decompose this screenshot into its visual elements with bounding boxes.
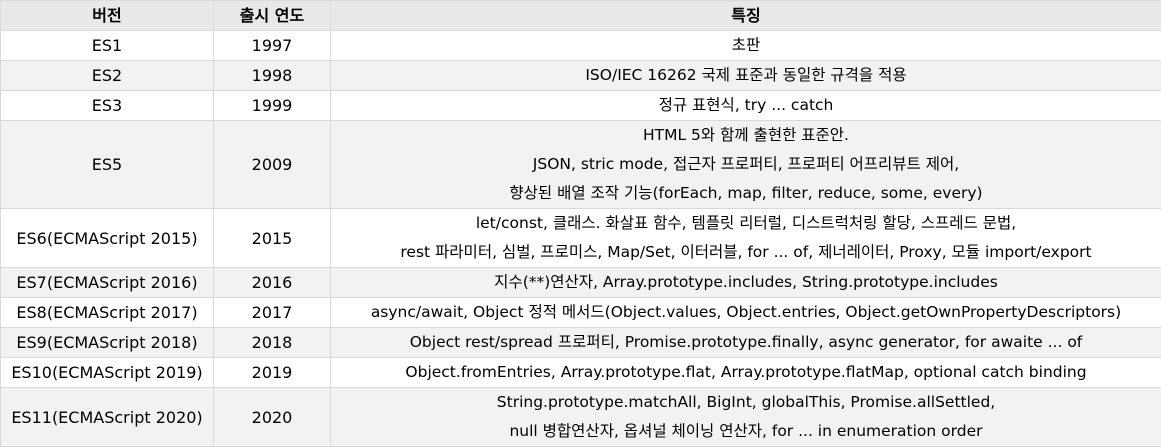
- feature-line: 지수(**)연산자, Array.prototype.includes, Str…: [335, 268, 1157, 297]
- features-cell: 초판: [331, 31, 1161, 61]
- table-body: ES11997초판ES21998ISO/IEC 16262 국제 표준과 동일한…: [1, 31, 1161, 447]
- year-cell: 2016: [214, 268, 331, 298]
- table-row: ES11997초판: [1, 31, 1161, 61]
- header-features: 특징: [331, 1, 1161, 31]
- year-cell: 2009: [214, 121, 331, 209]
- table-row: ES8(ECMAScript 2017)2017async/await, Obj…: [1, 298, 1161, 328]
- features-cell: HTML 5와 함께 출현한 표준안.JSON, stric mode, 접근자…: [331, 121, 1161, 209]
- version-cell: ES11(ECMAScript 2020): [1, 388, 214, 447]
- table-row: ES11(ECMAScript 2020)2020String.prototyp…: [1, 388, 1161, 447]
- features-cell: Object.fromEntries, Array.prototype.flat…: [331, 358, 1161, 388]
- header-row: 버전 출시 연도 특징: [1, 1, 1161, 31]
- version-cell: ES9(ECMAScript 2018): [1, 328, 214, 358]
- version-cell: ES1: [1, 31, 214, 61]
- year-cell: 2019: [214, 358, 331, 388]
- feature-line: rest 파라미터, 심벌, 프로미스, Map/Set, 이터러블, for …: [335, 238, 1157, 267]
- feature-line: String.prototype.matchAll, BigInt, globa…: [335, 388, 1157, 417]
- year-cell: 2020: [214, 388, 331, 447]
- features-cell: async/await, Object 정적 메서드(Object.values…: [331, 298, 1161, 328]
- year-cell: 2018: [214, 328, 331, 358]
- table-row: ES7(ECMAScript 2016)2016지수(**)연산자, Array…: [1, 268, 1161, 298]
- features-cell: ISO/IEC 16262 국제 표준과 동일한 규격을 적용: [331, 61, 1161, 91]
- feature-line: Object rest/spread 프로퍼티, Promise.prototy…: [335, 328, 1157, 357]
- feature-line: 정규 표현식, try ... catch: [335, 91, 1157, 120]
- year-cell: 2015: [214, 209, 331, 268]
- feature-line: 향상된 배열 조작 기능(forEach, map, filter, reduc…: [335, 179, 1157, 208]
- feature-line: HTML 5와 함께 출현한 표준안.: [335, 121, 1157, 150]
- version-cell: ES10(ECMAScript 2019): [1, 358, 214, 388]
- table-row: ES6(ECMAScript 2015)2015let/const, 클래스. …: [1, 209, 1161, 268]
- features-cell: Object rest/spread 프로퍼티, Promise.prototy…: [331, 328, 1161, 358]
- feature-line: null 병합연산자, 옵셔널 체이닝 연산자, for ... in enum…: [335, 417, 1157, 446]
- features-cell: 지수(**)연산자, Array.prototype.includes, Str…: [331, 268, 1161, 298]
- year-cell: 1999: [214, 91, 331, 121]
- table-row: ES10(ECMAScript 2019)2019Object.fromEntr…: [1, 358, 1161, 388]
- header-version: 버전: [1, 1, 214, 31]
- features-cell: String.prototype.matchAll, BigInt, globa…: [331, 388, 1161, 447]
- table-row: ES31999정규 표현식, try ... catch: [1, 91, 1161, 121]
- feature-line: let/const, 클래스. 화살표 함수, 템플릿 리터럴, 디스트럭처링 …: [335, 209, 1157, 238]
- version-cell: ES6(ECMAScript 2015): [1, 209, 214, 268]
- version-cell: ES2: [1, 61, 214, 91]
- features-cell: let/const, 클래스. 화살표 함수, 템플릿 리터럴, 디스트럭처링 …: [331, 209, 1161, 268]
- table-header: 버전 출시 연도 특징: [1, 1, 1161, 31]
- version-cell: ES5: [1, 121, 214, 209]
- table-row: ES21998ISO/IEC 16262 국제 표준과 동일한 규격을 적용: [1, 61, 1161, 91]
- feature-line: async/await, Object 정적 메서드(Object.values…: [335, 298, 1157, 327]
- feature-line: 초판: [335, 31, 1157, 60]
- year-cell: 1998: [214, 61, 331, 91]
- table-row: ES52009HTML 5와 함께 출현한 표준안.JSON, stric mo…: [1, 121, 1161, 209]
- table-row: ES9(ECMAScript 2018)2018Object rest/spre…: [1, 328, 1161, 358]
- version-cell: ES8(ECMAScript 2017): [1, 298, 214, 328]
- header-year: 출시 연도: [214, 1, 331, 31]
- feature-line: JSON, stric mode, 접근자 프로퍼티, 프로퍼티 어프리뷰트 제…: [335, 150, 1157, 179]
- feature-line: ISO/IEC 16262 국제 표준과 동일한 규격을 적용: [335, 61, 1157, 90]
- year-cell: 2017: [214, 298, 331, 328]
- year-cell: 1997: [214, 31, 331, 61]
- feature-line: Object.fromEntries, Array.prototype.flat…: [335, 358, 1157, 387]
- ecmascript-versions-table: 버전 출시 연도 특징 ES11997초판ES21998ISO/IEC 1626…: [0, 0, 1161, 447]
- version-cell: ES3: [1, 91, 214, 121]
- version-cell: ES7(ECMAScript 2016): [1, 268, 214, 298]
- features-cell: 정규 표현식, try ... catch: [331, 91, 1161, 121]
